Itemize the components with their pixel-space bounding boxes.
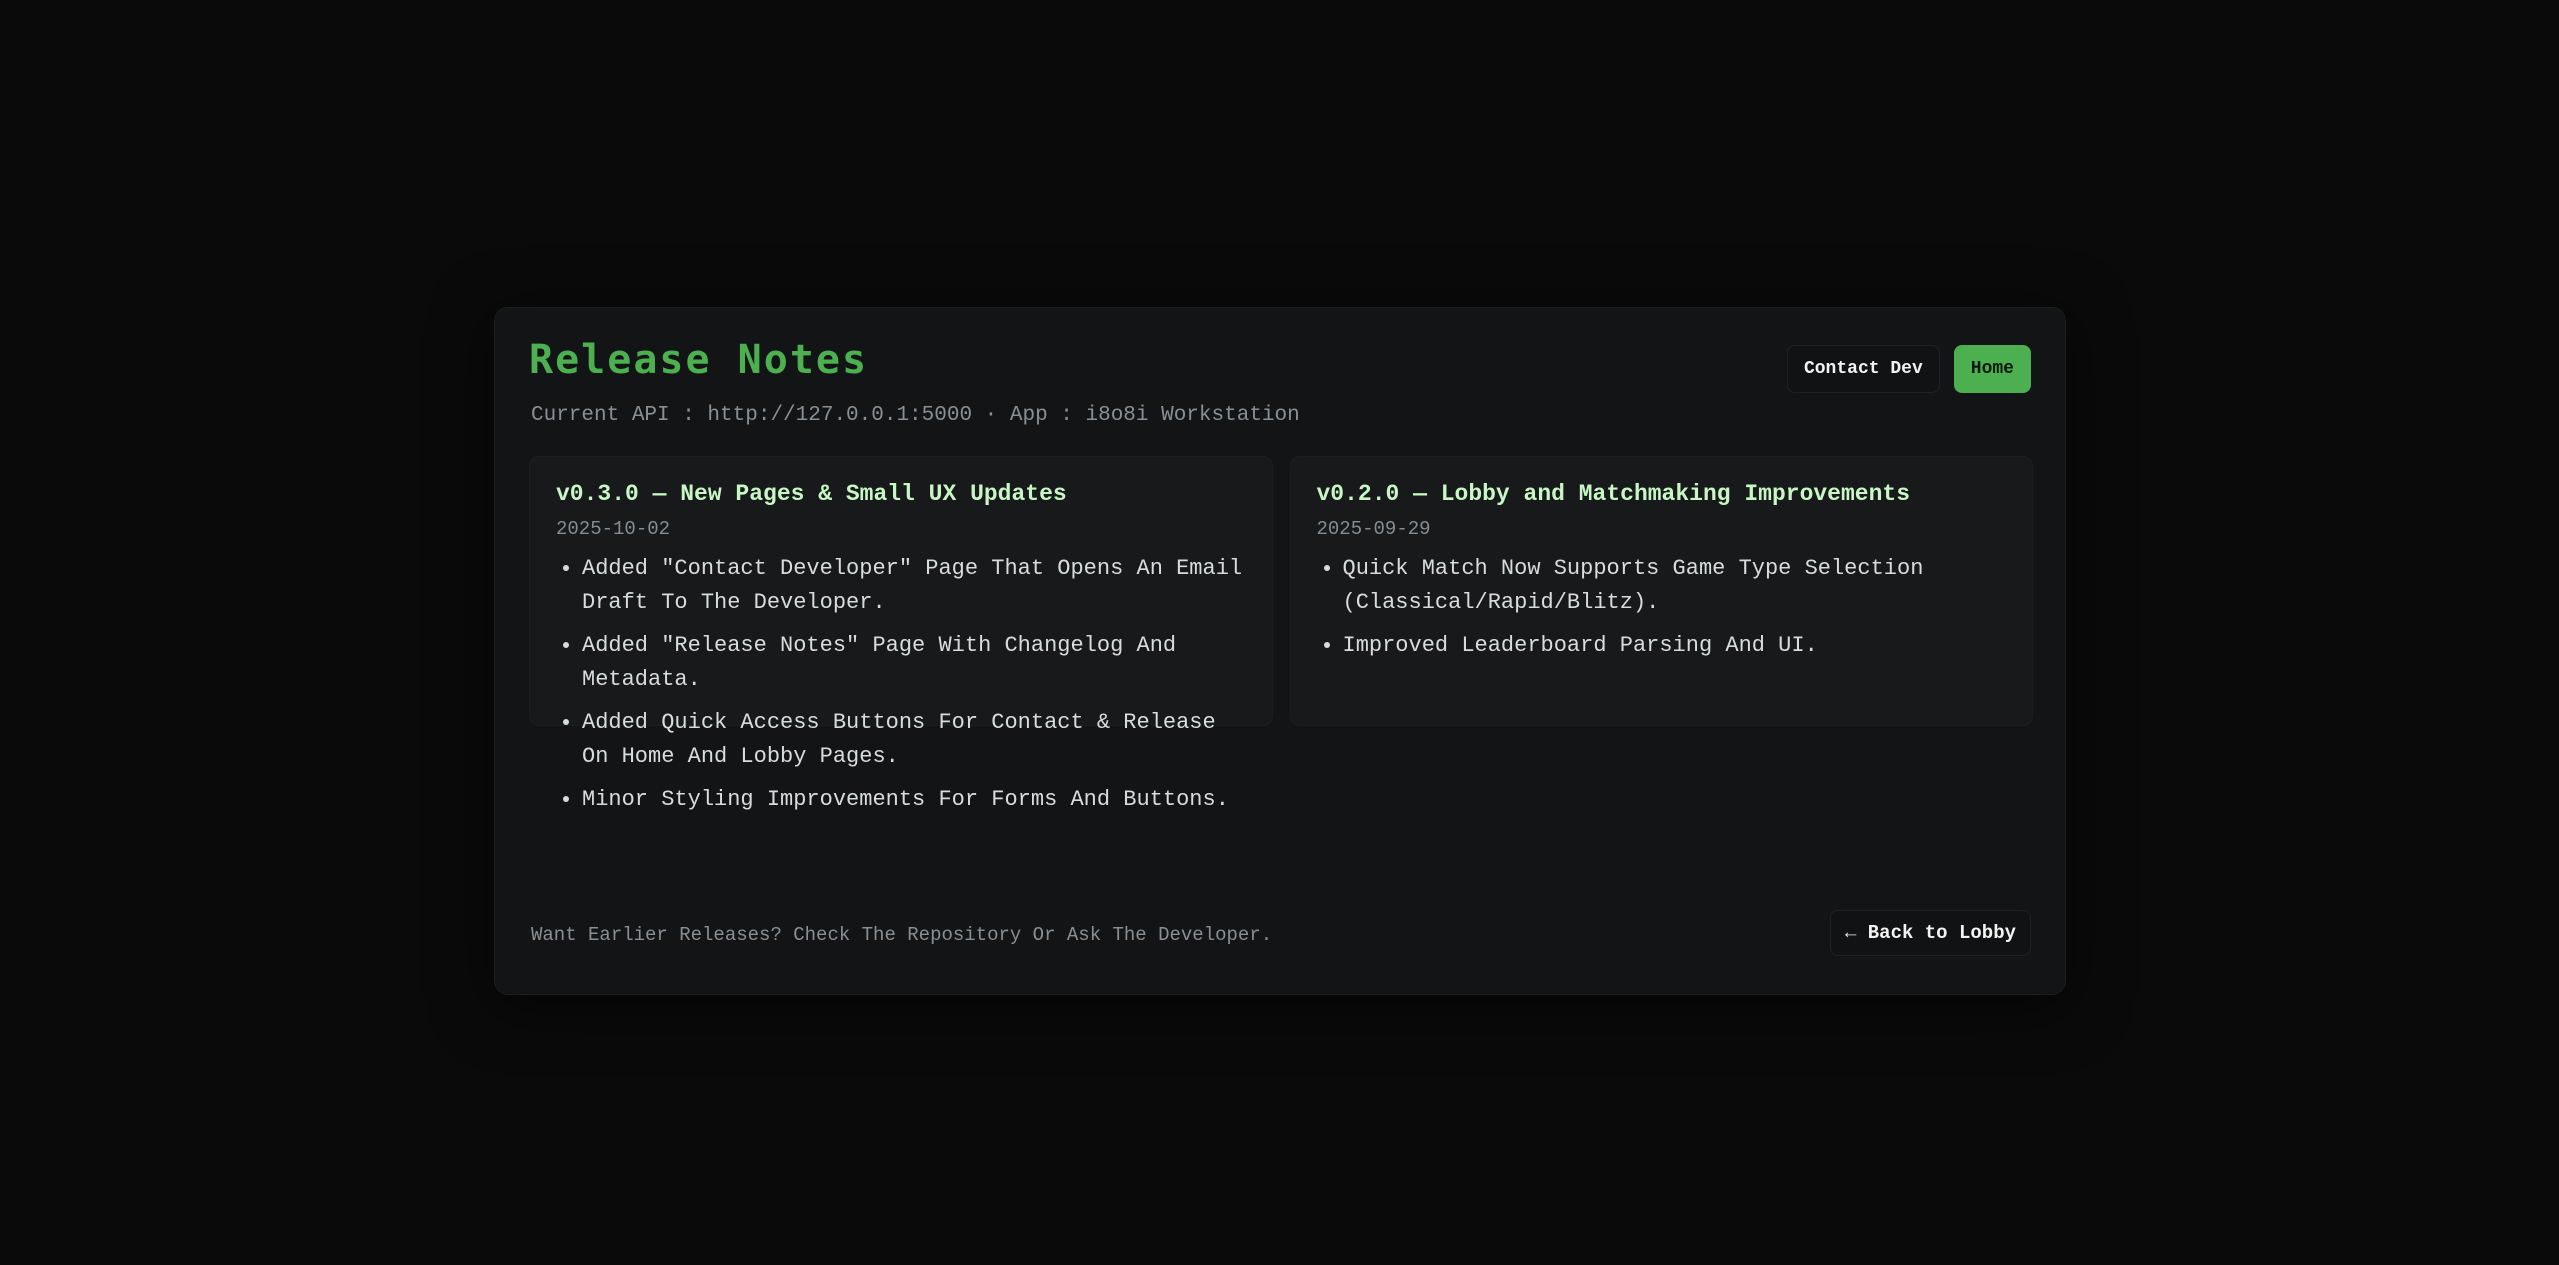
release-card-v020: v0.2.0 — Lobby and Matchmaking Improveme… (1289, 456, 2033, 726)
release-date: 2025-09-29 (1316, 517, 1431, 540)
release-changes-list: Quick Match Now Supports Game Type Selec… (1317, 552, 2007, 663)
release-changes-list: Added "Contact Developer" Page That Open… (556, 552, 1246, 817)
list-item: Improved Leaderboard Parsing And UI. (1343, 629, 2007, 663)
release-card-v030: v0.3.0 — New Pages & Small UX Updates 20… (529, 456, 1273, 812)
release-cards: v0.3.0 — New Pages & Small UX Updates 20… (529, 456, 2033, 812)
earlier-releases-note: Want Earlier Releases? Check The Reposit… (531, 924, 1273, 946)
release-notes-panel: Release Notes Current API : http://127.0… (494, 307, 2066, 995)
list-item: Minor Styling Improvements For Forms And… (582, 783, 1246, 817)
home-button[interactable]: Home (1953, 345, 2031, 393)
page-title: Release Notes (529, 337, 869, 383)
list-item: Quick Match Now Supports Game Type Selec… (1343, 552, 2007, 620)
release-date: 2025-10-02 (556, 517, 671, 540)
list-item: Added Quick Access Buttons For Contact &… (582, 706, 1246, 774)
list-item: Added "Release Notes" Page With Changelo… (582, 629, 1246, 697)
release-title: v0.2.0 — Lobby and Matchmaking Improveme… (1316, 481, 1911, 507)
api-app-meta: Current API : http://127.0.0.1:5000 · Ap… (531, 404, 1300, 427)
back-to-lobby-button[interactable]: ← Back to Lobby (1829, 910, 2031, 956)
list-item: Added "Contact Developer" Page That Open… (582, 552, 1246, 620)
contact-dev-button[interactable]: Contact Dev (1786, 345, 1940, 393)
release-title: v0.3.0 — New Pages & Small UX Updates (556, 481, 1067, 507)
header-actions: Contact Dev Home (1786, 345, 2031, 393)
